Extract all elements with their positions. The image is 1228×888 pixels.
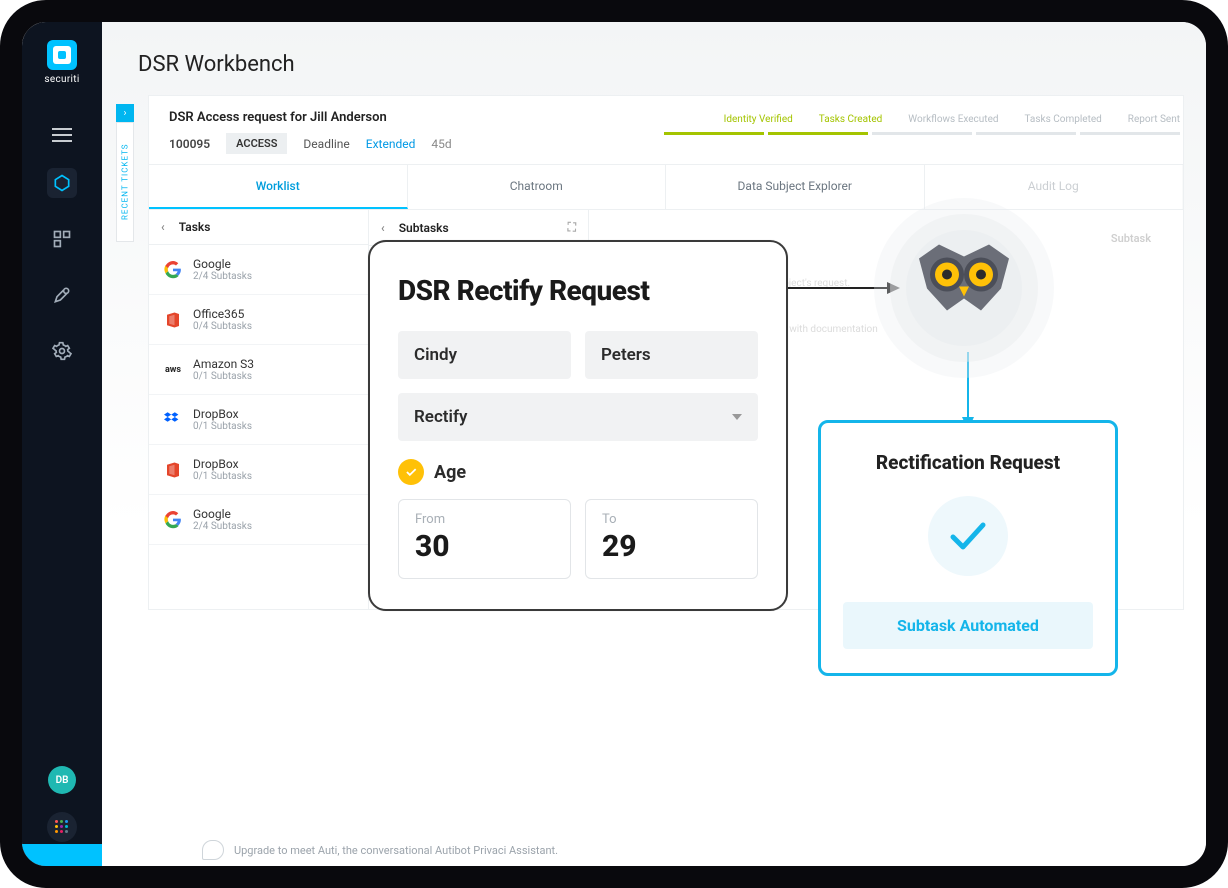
workflow-stages: Identity Verified Tasks Created Workflow…	[724, 114, 1180, 125]
apps-menu-icon[interactable]	[47, 812, 77, 842]
task-row[interactable]: Google2/4 Subtasks	[149, 495, 368, 545]
upgrade-banner[interactable]: Upgrade to meet Auti, the conversational…	[202, 840, 558, 860]
menu-toggle-icon[interactable]	[52, 128, 72, 142]
tab-chatroom[interactable]: Chatroom	[408, 165, 667, 209]
main-content: DSR Workbench › RECENT TICKETS DSR Acces…	[102, 22, 1206, 866]
rectify-modal: DSR Rectify Request Cindy Peters Rectify…	[368, 240, 788, 611]
request-id: 100095	[169, 137, 210, 151]
task-name: Amazon S3	[193, 357, 254, 371]
tasks-back-icon[interactable]: ‹	[161, 220, 165, 234]
task-app-icon	[163, 410, 183, 430]
task-name: Google	[193, 257, 252, 271]
first-name-field[interactable]: Cindy	[398, 331, 571, 379]
task-app-icon	[163, 310, 183, 330]
nav-item-1[interactable]	[47, 168, 77, 198]
from-box[interactable]: From 30	[398, 499, 571, 579]
sidebar: securiti DB	[22, 22, 102, 866]
deadline-days: 45d	[431, 137, 451, 151]
user-avatar[interactable]: DB	[48, 766, 76, 794]
task-subcount: 0/1 Subtasks	[193, 421, 252, 432]
task-app-icon	[163, 460, 183, 480]
task-subcount: 0/4 Subtasks	[193, 321, 252, 332]
nav-item-2[interactable]	[47, 224, 77, 254]
task-row[interactable]: aws Amazon S30/1 Subtasks	[149, 345, 368, 395]
action-select[interactable]: Rectify	[398, 393, 758, 441]
tab-worklist[interactable]: Worklist	[149, 165, 408, 209]
stage: Workflows Executed	[908, 114, 998, 125]
tasks-header: Tasks	[179, 220, 211, 234]
assistant-owl-icon	[874, 198, 1054, 378]
subtasks-back-icon[interactable]: ‹	[381, 221, 385, 235]
task-subcount: 2/4 Subtasks	[193, 521, 252, 532]
brand-logo: securiti	[34, 34, 90, 90]
chat-bubble-icon	[202, 840, 224, 860]
task-row[interactable]: Google2/4 Subtasks	[149, 245, 368, 295]
task-name: Office365	[193, 307, 252, 321]
page-title: DSR Workbench	[138, 52, 1184, 77]
stage: Report Sent	[1128, 114, 1180, 125]
to-box[interactable]: To 29	[585, 499, 758, 579]
task-row[interactable]: Office3650/4 Subtasks	[149, 295, 368, 345]
stage: Identity Verified	[724, 114, 793, 125]
task-subcount: 0/1 Subtasks	[193, 471, 252, 482]
modal-title: DSR Rectify Request	[398, 274, 758, 307]
task-name: Google	[193, 507, 252, 521]
tasks-panel: ‹Tasks Google2/4 SubtasksOffice3650/4 Su…	[149, 210, 369, 609]
stage: Tasks Completed	[1025, 114, 1102, 125]
attribute-label: Age	[434, 462, 466, 483]
task-row[interactable]: DropBox0/1 Subtasks	[149, 445, 368, 495]
deadline-label: Deadline	[303, 137, 349, 151]
subtasks-header: Subtasks	[399, 221, 449, 235]
task-name: DropBox	[193, 407, 252, 421]
stage: Tasks Created	[819, 114, 883, 125]
subtask-automated-button[interactable]: Subtask Automated	[843, 602, 1093, 649]
task-app-icon	[163, 510, 183, 530]
task-app-icon	[163, 260, 183, 280]
task-name: DropBox	[193, 457, 252, 471]
task-subcount: 2/4 Subtasks	[193, 271, 252, 282]
task-subcount: 0/1 Subtasks	[193, 371, 254, 382]
success-check-icon	[928, 496, 1008, 576]
recent-tickets-toggle[interactable]: ›	[116, 104, 134, 122]
last-name-field[interactable]: Peters	[585, 331, 758, 379]
recent-tickets-tab[interactable]: RECENT TICKETS	[116, 122, 134, 242]
nav-item-settings[interactable]	[47, 336, 77, 366]
result-card: Rectification Request Subtask Automated	[818, 420, 1118, 676]
request-type-badge: ACCESS	[226, 133, 287, 154]
check-badge-icon	[398, 459, 424, 485]
expand-icon[interactable]: ⛶	[568, 220, 576, 235]
task-row[interactable]: DropBox0/1 Subtasks	[149, 395, 368, 445]
result-title: Rectification Request	[843, 451, 1093, 474]
nav-item-tools[interactable]	[47, 280, 77, 310]
task-app-icon: aws	[163, 360, 183, 380]
deadline-extended[interactable]: Extended	[366, 137, 416, 151]
